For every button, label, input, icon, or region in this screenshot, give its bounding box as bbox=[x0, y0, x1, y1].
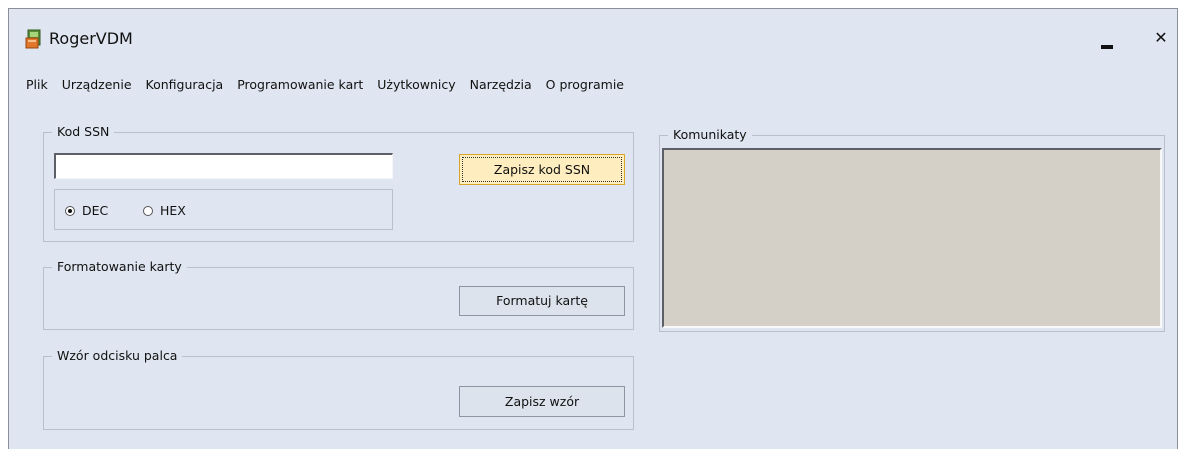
messages-group-legend: Komunikaty bbox=[668, 127, 752, 143]
radio-dec[interactable]: DEC bbox=[65, 203, 108, 218]
close-icon: ✕ bbox=[1154, 28, 1168, 47]
ssn-group-legend: Kod SSN bbox=[52, 124, 115, 140]
menu-item-uzytkownicy[interactable]: Użytkownicy bbox=[370, 75, 462, 95]
menu-item-o-programie[interactable]: O programie bbox=[539, 75, 631, 95]
messages-log[interactable] bbox=[662, 148, 1162, 328]
radio-hex-indicator[interactable] bbox=[143, 205, 153, 216]
radio-hex[interactable]: HEX bbox=[143, 203, 186, 218]
menu-item-narzedzia[interactable]: Narzędzia bbox=[463, 75, 539, 95]
main-window: RogerVDM ✕ Plik Urządzenie Konfiguracja … bbox=[8, 8, 1178, 449]
ssn-code-input[interactable] bbox=[54, 153, 393, 179]
close-button[interactable]: ✕ bbox=[1149, 27, 1173, 51]
rogervdm-app-icon bbox=[25, 29, 41, 49]
number-format-radio-group: DEC HEX bbox=[54, 189, 393, 230]
save-fingerprint-button[interactable]: Zapisz wzór bbox=[459, 386, 625, 417]
menu-item-urzadzenie[interactable]: Urządzenie bbox=[55, 75, 139, 95]
menu-bar: Plik Urządzenie Konfiguracja Programowan… bbox=[9, 75, 631, 95]
title-bar[interactable]: RogerVDM ✕ bbox=[9, 9, 1177, 55]
save-ssn-button[interactable]: Zapisz kod SSN bbox=[459, 154, 625, 185]
format-card-button[interactable]: Formatuj kartę bbox=[459, 286, 625, 316]
window-title: RogerVDM bbox=[49, 29, 133, 48]
minimize-icon bbox=[1101, 45, 1113, 49]
radio-dec-label: DEC bbox=[82, 203, 109, 218]
radio-hex-label: HEX bbox=[160, 203, 186, 218]
card-format-group-legend: Formatowanie karty bbox=[52, 259, 187, 275]
menu-item-programowanie-kart[interactable]: Programowanie kart bbox=[230, 75, 370, 95]
radio-dec-indicator[interactable] bbox=[65, 205, 75, 216]
menu-item-konfiguracja[interactable]: Konfiguracja bbox=[139, 75, 231, 95]
fingerprint-group-legend: Wzór odcisku palca bbox=[52, 348, 183, 364]
menu-item-plik[interactable]: Plik bbox=[9, 75, 55, 95]
minimize-button[interactable] bbox=[1094, 25, 1120, 51]
